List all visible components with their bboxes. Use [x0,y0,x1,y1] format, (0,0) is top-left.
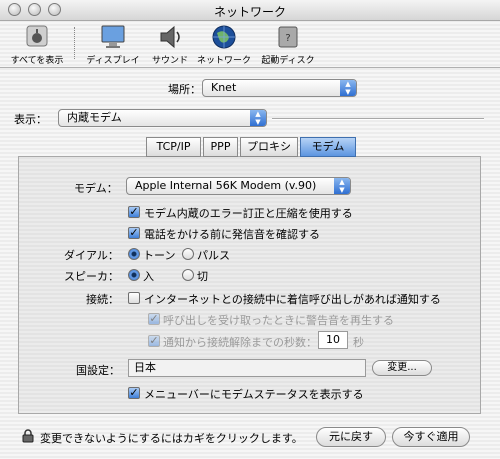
modem-popup[interactable]: Apple Internal 56K Modem (v.90) ▲ ▼ [126,177,351,195]
popup-arrows-icon: ▲ ▼ [334,178,350,194]
lock-icon[interactable] [22,429,34,443]
toolbar-network[interactable]: ネットワーク [196,23,252,66]
toolbar: すべてを表示 ディスプレイ サウンド ネットワーク ? 起動ディスク [0,21,500,68]
toolbar-label: ネットワーク [196,56,251,66]
modem-value: Apple Internal 56K Modem (v.90) [135,179,317,192]
toolbar-label: サウンド [151,56,188,66]
menubar-status-checkbox[interactable]: ✓ [128,387,140,399]
speaker-on-radio[interactable] [128,269,140,281]
toolbar-display[interactable]: ディスプレイ [84,23,142,66]
location-value: Knet [211,81,237,94]
disconnect-checkbox[interactable]: ✓ [148,335,160,347]
dial-tone-label: 電話をかける前に発信音を確認する [144,228,320,241]
tab-proxy[interactable]: プロキシ [240,137,298,157]
apple-icon [26,25,48,47]
dial-tone-checkbox[interactable]: ✓ [128,227,140,239]
speaker-label: スピーカ： [64,270,119,283]
disconnect-seconds-field[interactable]: 10 [318,331,348,349]
dialing-label: ダイアル： [64,249,119,262]
speaker-on-label: 入 [143,270,154,283]
svg-text:?: ? [285,33,290,44]
tone-label: トーン [143,249,176,262]
divider [272,118,484,120]
connection-label: 接続： [86,293,119,306]
toolbar-label: 起動ディスク [261,56,315,66]
globe-icon [212,25,236,49]
revert-button[interactable]: 元に戻す [316,427,386,447]
popup-arrows-icon: ▲ ▼ [340,80,356,96]
toolbar-startup-disk[interactable]: ? 起動ディスク [256,23,320,66]
tab-ppp[interactable]: PPP [203,137,238,157]
disconnect-label: 通知から接続解除までの秒数： [163,336,317,349]
notify-checkbox[interactable] [128,292,140,304]
disk-icon: ? [278,26,298,48]
show-value: 内蔵モデム [67,111,122,124]
country-label: 国設定： [76,364,120,377]
show-label: 表示： [14,113,47,126]
apply-button[interactable]: 今すぐ適用 [392,427,470,447]
display-icon [101,25,125,48]
speaker-icon [160,25,180,49]
location-label: 場所： [168,83,201,96]
window-title: ネットワーク [213,5,286,19]
pulse-radio[interactable] [182,248,194,260]
alert-sound-label: 呼び出しを受け取ったときに警告音を再生する [163,314,394,327]
toolbar-sound[interactable]: サウンド [146,23,194,66]
error-correction-checkbox[interactable]: ✓ [128,206,140,218]
speaker-off-label: 切 [197,270,208,283]
pulse-label: パルス [197,249,230,262]
toolbar-show-all[interactable]: すべてを表示 [4,23,70,66]
country-field: 日本 [128,359,366,377]
modem-label: モデム： [74,182,118,195]
speaker-off-radio[interactable] [182,269,194,281]
error-correction-label: モデム内蔵のエラー訂正と圧縮を使用する [144,207,353,220]
title-bar: ネットワーク [0,0,500,21]
seconds-unit-label: 秒 [353,336,364,349]
lock-text: 変更できないようにするにはカギをクリックします。 [40,432,303,445]
toolbar-label: ディスプレイ [86,56,140,66]
popup-arrows-icon: ▲ ▼ [250,110,266,126]
alert-sound-checkbox[interactable]: ✓ [148,313,160,325]
tab-tcpip[interactable]: TCP/IP [146,137,201,157]
show-popup[interactable]: 内蔵モデム ▲ ▼ [58,109,267,127]
menubar-status-label: メニューバーにモデムステータスを表示する [144,388,364,401]
notify-label: インターネットとの接続中に着信呼び出しがあれば通知する [144,293,441,306]
change-country-button[interactable]: 変更... [372,360,432,376]
toolbar-separator [74,27,75,59]
location-popup[interactable]: Knet ▲ ▼ [202,79,357,97]
toolbar-label: すべてを表示 [10,56,64,66]
tab-modem[interactable]: モデム [300,137,356,157]
tone-radio[interactable] [128,248,140,260]
